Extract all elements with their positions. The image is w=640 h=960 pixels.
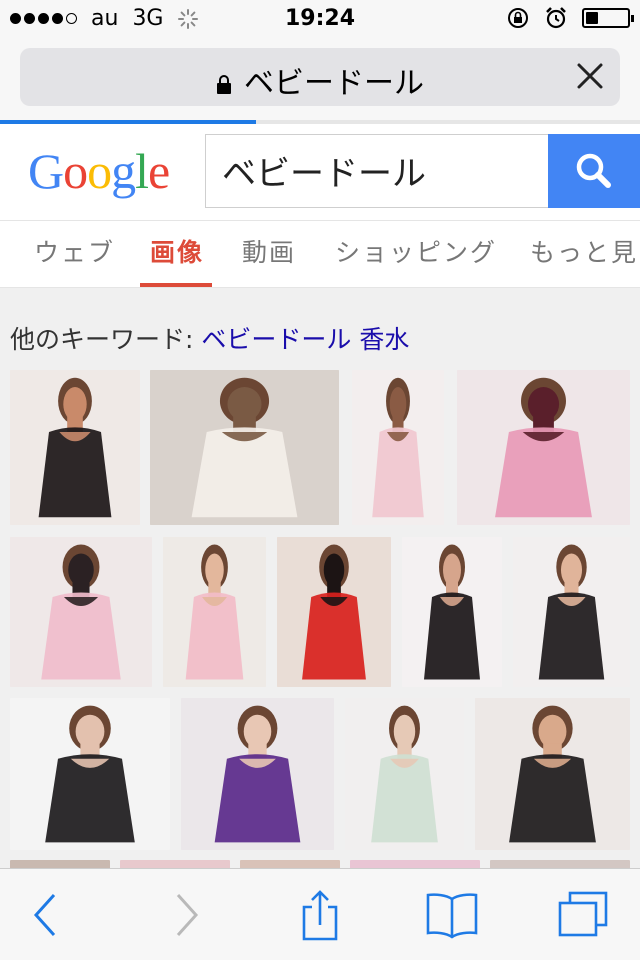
image-result[interactable] (402, 537, 502, 687)
search-tabs: ウェブ 画像 動画 ショッピング もっと見る (0, 220, 640, 288)
tab-more[interactable]: もっと見る (530, 233, 640, 269)
image-result[interactable] (163, 537, 266, 687)
image-result[interactable] (457, 370, 630, 525)
alarm-clock-icon (546, 7, 566, 29)
tab-web[interactable]: ウェブ (34, 233, 115, 269)
logo-letter: e (148, 143, 170, 199)
logo-letter: o (63, 143, 88, 199)
orientation-lock-icon (508, 8, 528, 28)
search-icon (576, 153, 611, 188)
share-icon[interactable] (296, 889, 344, 941)
logo-letter: o (87, 143, 112, 199)
tab-shopping[interactable]: ショッピング (335, 233, 497, 269)
related-keyword-link[interactable]: ベビードール 香水 (201, 325, 409, 354)
active-tab-indicator (140, 283, 212, 287)
address-bar-container: ベビードール (0, 40, 640, 124)
search-box[interactable] (205, 134, 549, 208)
google-logo[interactable]: Google (28, 142, 170, 200)
tabs-icon[interactable] (556, 889, 612, 941)
image-result[interactable] (475, 698, 630, 850)
logo-letter: g (111, 143, 136, 199)
address-bar[interactable]: ベビードール (20, 48, 620, 106)
image-result[interactable] (181, 698, 334, 850)
close-icon[interactable] (570, 56, 610, 96)
tab-videos[interactable]: 動画 (242, 233, 296, 269)
bookmarks-icon[interactable] (424, 889, 480, 941)
image-result[interactable] (10, 370, 140, 525)
image-result[interactable] (352, 370, 444, 525)
forward-icon[interactable] (164, 889, 208, 941)
address-text: ベビードール (244, 66, 424, 101)
back-icon[interactable] (24, 889, 68, 941)
related-keywords: 他のキーワード: ベビードール 香水 (10, 320, 409, 356)
status-bar: au 3G 19:24 (0, 0, 640, 40)
status-right (506, 6, 634, 30)
google-header: Google (0, 124, 640, 220)
image-result[interactable] (10, 537, 152, 687)
search-input[interactable] (220, 149, 544, 191)
image-result[interactable] (513, 537, 630, 687)
lock-icon (217, 74, 231, 94)
image-result[interactable] (150, 370, 339, 525)
image-result[interactable] (10, 698, 170, 850)
battery-icon (582, 8, 634, 28)
logo-letter: l (135, 143, 149, 199)
logo-letter: G (28, 143, 64, 199)
image-result[interactable] (345, 698, 464, 850)
tab-images[interactable]: 画像 (150, 233, 204, 269)
related-prefix: 他のキーワード: (10, 325, 202, 354)
browser-toolbar (0, 868, 640, 960)
image-result[interactable] (277, 537, 391, 687)
search-button[interactable] (548, 134, 640, 208)
